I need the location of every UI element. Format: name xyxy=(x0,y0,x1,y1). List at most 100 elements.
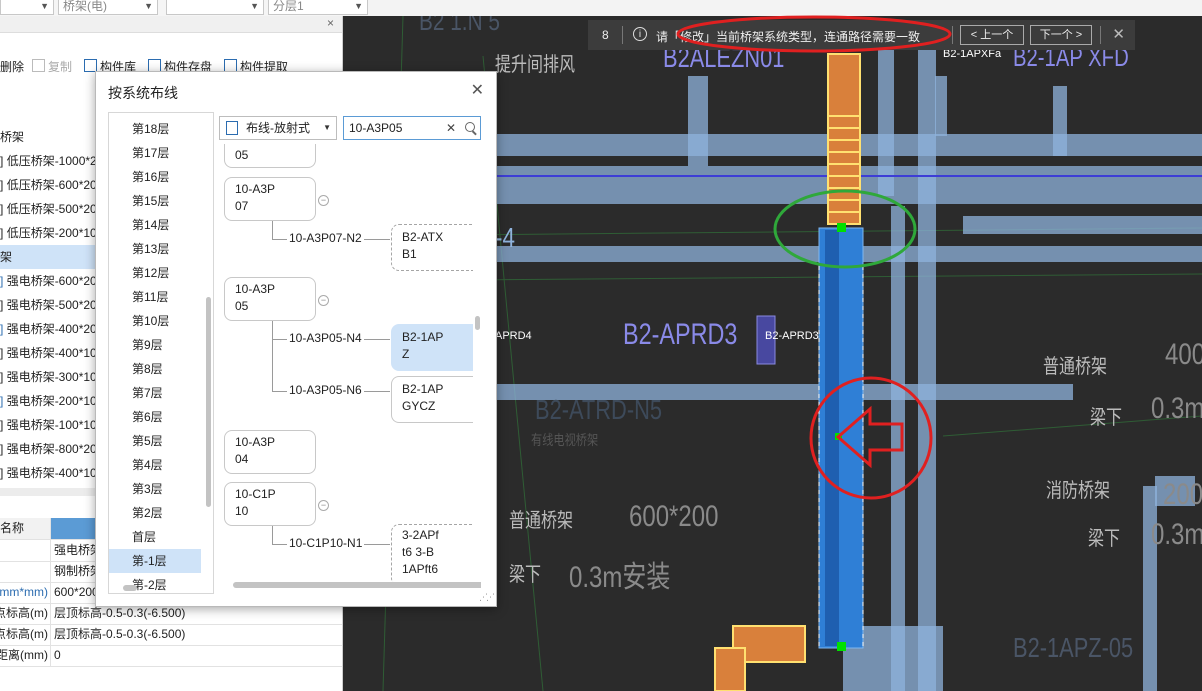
divider xyxy=(622,26,623,44)
close-icon[interactable]: ✕ xyxy=(1112,25,1125,43)
cad-text: 普通桥架 xyxy=(1043,356,1107,378)
floor-item[interactable]: 第13层 xyxy=(109,237,201,261)
chevron-down-icon: ▼ xyxy=(250,1,259,11)
cad-text: 0.3m xyxy=(1151,392,1202,425)
search-input[interactable]: 10-A3P05 ✕ xyxy=(343,116,481,140)
floor-item[interactable]: 第12层 xyxy=(109,261,201,285)
combo-type[interactable]: 桥架(电) ▼ xyxy=(58,0,158,15)
tree-hscrollbar[interactable] xyxy=(233,582,481,588)
floor-item[interactable]: 第9层 xyxy=(109,333,201,357)
tree-node[interactable]: 10-A3P 07 xyxy=(224,177,316,221)
tree-connector xyxy=(272,221,273,239)
chevron-down-icon: ▼ xyxy=(323,123,331,132)
divider xyxy=(1100,26,1101,44)
copy-label: 复制 xyxy=(48,60,73,74)
chevron-down-icon: ▼ xyxy=(144,1,153,11)
floor-item[interactable]: 首层 xyxy=(109,525,201,549)
floor-item[interactable]: 第11层 xyxy=(109,285,201,309)
tree-node[interactable]: 10-A3P 05 xyxy=(224,277,316,321)
orange-tray-bottom-2 xyxy=(714,647,746,691)
close-icon[interactable]: × xyxy=(327,16,334,30)
leaf-node[interactable]: B2-1AP GYCZ xyxy=(391,376,473,423)
chevron-down-icon: ▼ xyxy=(40,1,49,11)
tree-node[interactable]: 10-C1P 10 xyxy=(224,482,316,526)
next-button[interactable]: 下一个 > xyxy=(1030,25,1092,45)
route-by-system-dialog: 按系统布线 ✕ 第18层 第17层 第16层 第15层 第14层 第13层 第1… xyxy=(95,71,497,607)
branch-label: 10-A3P07-N2 xyxy=(287,231,364,245)
cad-text: 梁下 xyxy=(509,564,541,586)
divider xyxy=(952,26,953,44)
floor-item[interactable]: 第2层 xyxy=(109,501,201,525)
info-icon: i xyxy=(633,27,647,41)
tray-vertical-1 xyxy=(878,46,894,196)
collapse-icon[interactable]: − xyxy=(318,195,329,206)
leaf-node[interactable]: 3-2APf t6 3-B 1APft6 xyxy=(391,524,473,586)
floor-item[interactable]: 第10层 xyxy=(109,309,201,333)
copy-button[interactable]: 复制 xyxy=(32,58,72,75)
floor-item[interactable]: 第6层 xyxy=(109,405,201,429)
floor-item[interactable]: 第5层 xyxy=(109,429,201,453)
cad-text: 普通桥架 xyxy=(509,510,573,532)
branch-label: 10-A3P05-N4 xyxy=(287,331,364,345)
system-tree: 05 10-A3P 07 − 10-A3P07-N2 B2-ATX B1 10-… xyxy=(219,144,481,592)
tray-small-right xyxy=(935,76,947,136)
cad-text: -4 xyxy=(495,222,515,253)
tray-vertical-6 xyxy=(1053,86,1067,156)
floor-item[interactable]: 第3层 xyxy=(109,477,201,501)
floor-item[interactable]: 第14层 xyxy=(109,213,201,237)
combo-layer[interactable]: 分层1 ▼ xyxy=(268,0,368,15)
route-mode-select[interactable]: 布线-放射式 ▼ xyxy=(219,116,337,140)
tray-vertical-left xyxy=(688,76,708,166)
room-label-small: B2-APRD3 xyxy=(765,330,819,342)
cad-text: 400 xyxy=(1165,338,1202,371)
collapse-icon[interactable]: − xyxy=(318,500,329,511)
floor-item[interactable]: 第-2层 xyxy=(109,573,201,593)
combo-1[interactable]: ▼ xyxy=(0,0,54,15)
tree-node[interactable]: 10-A3P 04 xyxy=(224,430,316,474)
leaf-node[interactable]: B2-ATX B1 xyxy=(391,224,473,271)
floor-item[interactable]: 第17层 xyxy=(109,141,201,165)
tree-scrollbar[interactable] xyxy=(475,316,480,330)
room-label: B2-APRD3 xyxy=(623,318,738,351)
search-value: 10-A3P05 xyxy=(349,121,403,135)
cad-text: 0.3m xyxy=(1151,518,1202,551)
cad-text: 梁下 xyxy=(1090,407,1122,429)
floor-item[interactable]: 第7层 xyxy=(109,381,201,405)
floor-list: 第18层 第17层 第16层 第15层 第14层 第13层 第12层 第11层 … xyxy=(108,112,214,594)
prev-button[interactable]: < 上一个 xyxy=(960,25,1024,45)
delete-button[interactable]: 删除 xyxy=(0,58,24,75)
tree-node[interactable]: 05 xyxy=(224,144,316,168)
tree-connector xyxy=(272,526,273,544)
copy-icon xyxy=(32,59,45,72)
cad-text: 提升间排风 xyxy=(495,54,575,76)
notice-index: 8 xyxy=(602,28,609,42)
floor-item[interactable]: 第18层 xyxy=(109,117,201,141)
tray-horizontal-5 xyxy=(963,216,1202,234)
grip-point xyxy=(837,642,846,651)
room-label-dim: B2-1APZ-05 xyxy=(1013,632,1134,663)
combo-3[interactable]: ▼ xyxy=(166,0,264,15)
floor-item-selected[interactable]: 第-1层 xyxy=(109,549,201,573)
property-row[interactable]: 距离(mm) 0 xyxy=(0,645,342,667)
collapse-icon[interactable]: − xyxy=(318,295,329,306)
resize-grip-icon[interactable]: ⋰⋰ xyxy=(479,592,495,603)
top-combo-strip: ▼ 桥架(电) ▼ ▼ 分层1 ▼ xyxy=(0,0,368,16)
document-icon xyxy=(226,121,238,135)
floor-item[interactable]: 第8层 xyxy=(109,357,201,381)
floor-list-scrollbar[interactable] xyxy=(206,297,211,507)
leaf-node-selected[interactable]: B2-1AP Z xyxy=(391,324,473,371)
close-icon[interactable]: ✕ xyxy=(471,80,484,100)
room-label-small: APRD4 xyxy=(495,330,532,342)
floor-item[interactable]: 第15层 xyxy=(109,189,201,213)
search-icon[interactable] xyxy=(465,122,475,132)
property-row[interactable]: 终点标高(m)层顶标高-0.5-0.3(-6.500) xyxy=(0,624,342,646)
clear-icon[interactable]: ✕ xyxy=(446,117,456,139)
cad-text: B2 1.N 5 xyxy=(419,16,500,36)
branch-label: 10-A3P05-N6 xyxy=(287,383,364,397)
cad-text: 消防桥架 xyxy=(1046,480,1110,502)
tray-vertical-2 xyxy=(918,46,936,691)
floor-list-hscrollbar[interactable] xyxy=(123,585,137,591)
floor-item[interactable]: 第4层 xyxy=(109,453,201,477)
room-label-dim: B2-ATRD-N5 xyxy=(535,394,663,425)
floor-item[interactable]: 第16层 xyxy=(109,165,201,189)
